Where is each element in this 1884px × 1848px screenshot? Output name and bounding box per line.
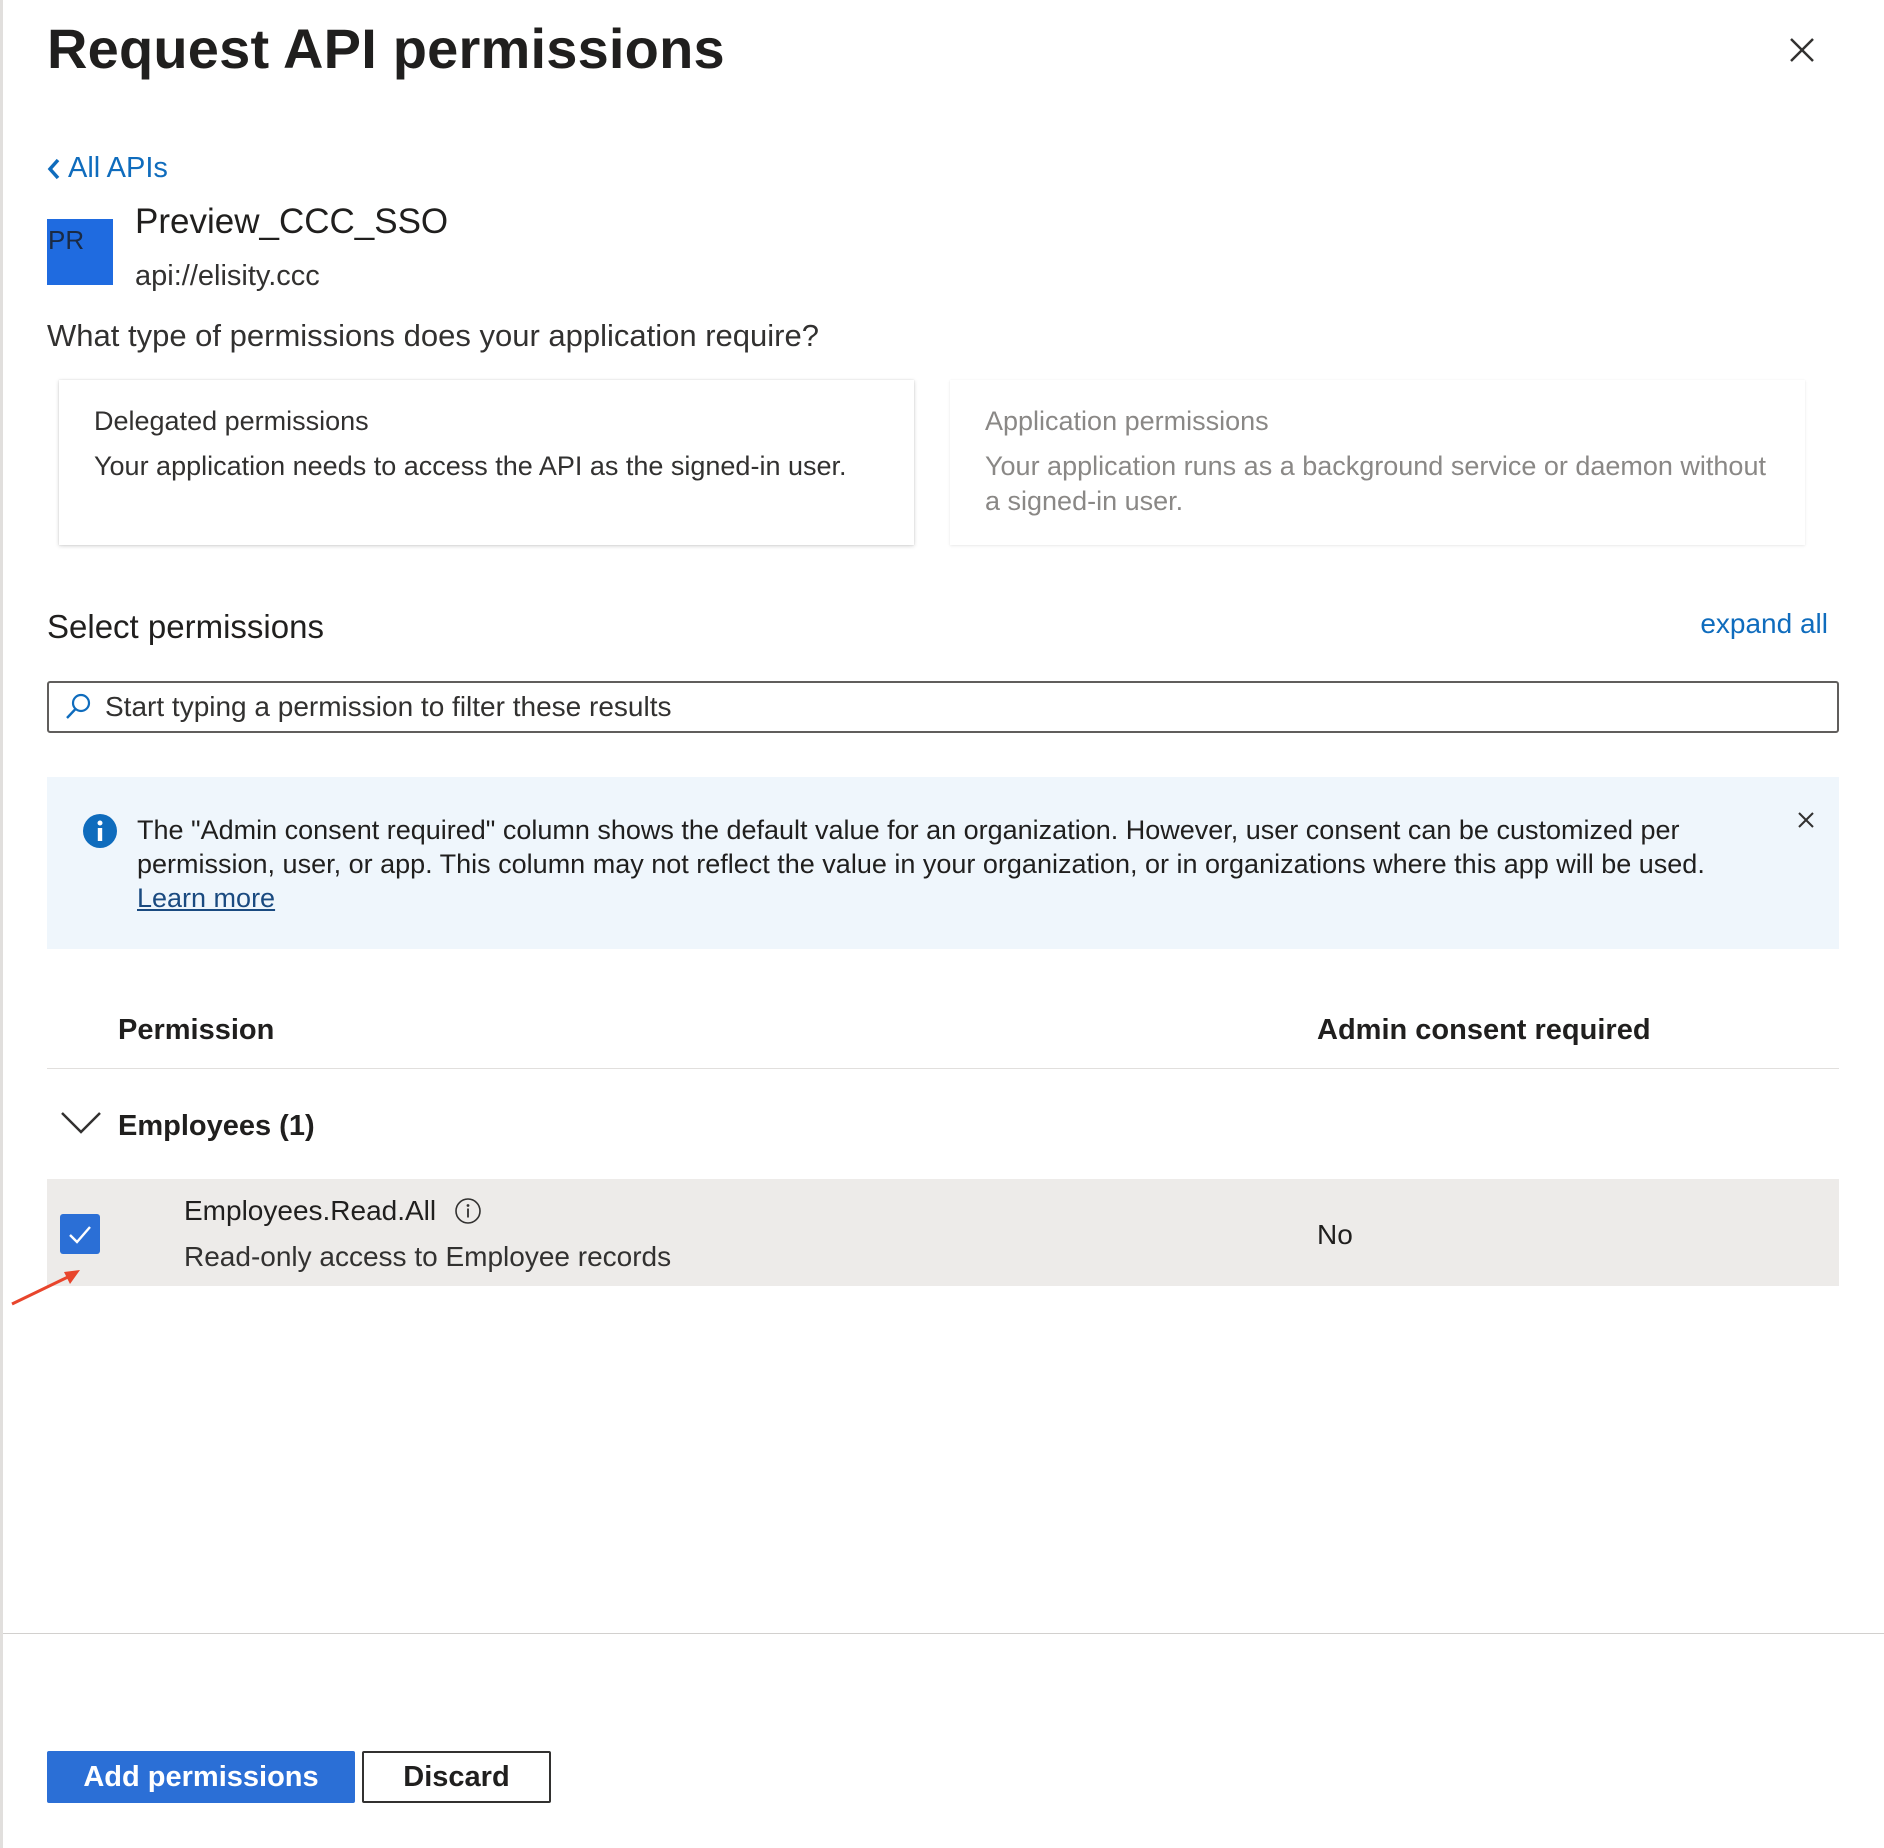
expand-all-link[interactable]: expand all xyxy=(1700,608,1828,640)
api-avatar-initials: PR xyxy=(48,225,85,255)
permission-type-question: What type of permissions does your appli… xyxy=(47,318,819,353)
footer-divider xyxy=(3,1633,1884,1634)
permission-name: Employees.Read.All xyxy=(184,1195,482,1227)
annotation-arrow-icon xyxy=(11,1270,80,1306)
column-header-permission[interactable]: Permission xyxy=(118,1014,274,1047)
delegated-permissions-card[interactable]: Delegated permissions Your application n… xyxy=(59,380,914,545)
permissions-table-header: Permission Admin consent required xyxy=(47,1000,1839,1069)
close-icon xyxy=(1790,38,1814,62)
chevron-left-icon xyxy=(47,158,60,179)
api-name: Preview_CCC_SSO xyxy=(135,202,449,241)
request-api-permissions-panel: Request API permissions All APIs PR Prev… xyxy=(0,0,1884,1848)
all-apis-link[interactable]: All APIs xyxy=(46,152,168,185)
all-apis-label: All APIs xyxy=(68,152,168,184)
panel-left-edge xyxy=(0,0,3,1848)
info-circle-icon[interactable] xyxy=(454,1197,482,1225)
application-permissions-description: Your application runs as a background se… xyxy=(985,451,1766,516)
api-avatar: PR xyxy=(47,219,113,285)
info-bar-close-button[interactable] xyxy=(1790,804,1822,836)
permission-row-employees-read-all[interactable]: Employees.Read.All Read-only access to E… xyxy=(47,1179,1839,1286)
learn-more-link[interactable]: Learn more xyxy=(137,883,275,913)
delegated-permissions-title: Delegated permissions xyxy=(94,406,369,436)
permission-checkbox[interactable] xyxy=(60,1214,100,1254)
application-permissions-card[interactable]: Application permissions Your application… xyxy=(950,380,1805,545)
admin-consent-info-bar: The "Admin consent required" column show… xyxy=(47,777,1839,949)
column-header-admin-consent[interactable]: Admin consent required xyxy=(1317,1014,1651,1047)
permission-search-input[interactable] xyxy=(103,690,1837,724)
application-permissions-title: Application permissions xyxy=(985,406,1269,436)
delegated-permissions-description: Your application needs to access the API… xyxy=(94,451,847,481)
search-icon xyxy=(66,693,91,719)
checkmark-icon xyxy=(69,1226,91,1244)
chevron-down-icon[interactable] xyxy=(60,1110,102,1136)
permission-admin-consent-value: No xyxy=(1317,1219,1353,1250)
permission-search-box[interactable] xyxy=(47,681,1839,733)
permission-name-text: Employees.Read.All xyxy=(184,1195,437,1226)
api-uri: api://elisity.ccc xyxy=(135,260,320,292)
permission-description: Read-only access to Employee records xyxy=(184,1241,672,1272)
close-icon xyxy=(1798,812,1814,828)
add-permissions-button[interactable]: Add permissions xyxy=(47,1751,355,1803)
info-bar-message-text: The "Admin consent required" column show… xyxy=(137,815,1705,879)
select-permissions-heading: Select permissions xyxy=(47,608,324,645)
discard-button[interactable]: Discard xyxy=(362,1751,551,1803)
permission-group-label: Employees (1) xyxy=(118,1110,315,1142)
page-title: Request API permissions xyxy=(47,17,725,80)
permission-group-employees[interactable]: Employees (1) xyxy=(47,1090,1839,1170)
close-panel-button[interactable] xyxy=(1780,28,1824,72)
info-icon xyxy=(83,814,117,848)
info-bar-message: The "Admin consent required" column show… xyxy=(137,813,1777,915)
